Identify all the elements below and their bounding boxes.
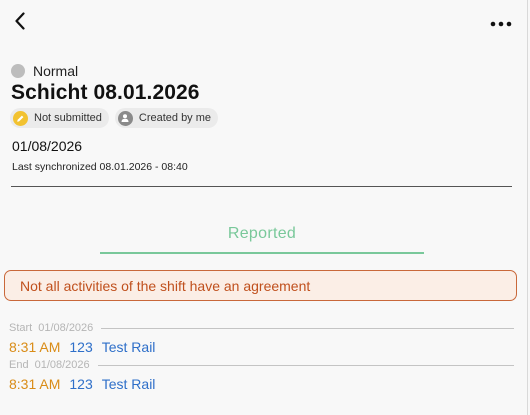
- last-synchronized-text: Last synchronized 08.01.2026 - 08:40: [12, 161, 188, 173]
- entry-header: End 01/08/2026: [9, 359, 514, 371]
- tab-label: Reported: [227, 225, 297, 242]
- entry-number: 123: [69, 376, 93, 392]
- back-button[interactable]: [9, 11, 31, 35]
- created-by-me-badge: Created by me: [114, 108, 219, 128]
- panel-edge: [527, 0, 528, 415]
- badge-label: Created by me: [138, 112, 212, 124]
- pencil-icon: [13, 110, 28, 126]
- entry-date: 01/08/2026: [38, 322, 94, 334]
- end-entry: End 01/08/2026 8:31 AM 123 Test Rail: [9, 359, 514, 393]
- entry-location-link[interactable]: Test Rail: [102, 339, 156, 355]
- shift-status: Normal: [11, 62, 78, 80]
- page-title: Schicht 08.01.2026: [11, 81, 200, 104]
- entry-number: 123: [69, 339, 93, 355]
- entry-date: 01/08/2026: [34, 359, 90, 371]
- agreement-warning: Not all activities of the shift have an …: [4, 270, 517, 301]
- entry-time: 8:31 AM: [9, 376, 61, 392]
- entry-row: 8:31 AM 123 Test Rail: [9, 375, 514, 393]
- section-divider: [11, 186, 512, 187]
- chevron-left-icon: [14, 11, 26, 35]
- tab-underline: [100, 252, 424, 254]
- entry-label: End: [9, 359, 29, 371]
- entry-label: Start: [9, 322, 33, 334]
- entry-header: Start 01/08/2026: [9, 322, 514, 334]
- shift-date: 01/08/2026: [12, 138, 83, 154]
- status-label: Normal: [33, 63, 79, 79]
- badge-list: Not submitted Created by me: [10, 108, 219, 128]
- badge-label: Not submitted: [34, 112, 102, 124]
- tab-reported[interactable]: Reported: [100, 222, 424, 254]
- alert-text: Not all activities of the shift have an …: [20, 277, 311, 294]
- more-options-button[interactable]: [488, 14, 514, 32]
- entry-divider: [101, 327, 514, 329]
- start-entry: Start 01/08/2026 8:31 AM 123 Test Rail: [9, 322, 514, 356]
- entry-time: 8:31 AM: [9, 339, 61, 355]
- not-submitted-badge: Not submitted: [10, 108, 109, 128]
- user-icon: [117, 110, 133, 126]
- more-horizontal-icon: [490, 14, 512, 32]
- status-dot-icon: [11, 64, 25, 78]
- entry-divider: [97, 364, 514, 366]
- entry-row: 8:31 AM 123 Test Rail: [9, 338, 514, 356]
- entry-location-link[interactable]: Test Rail: [102, 376, 156, 392]
